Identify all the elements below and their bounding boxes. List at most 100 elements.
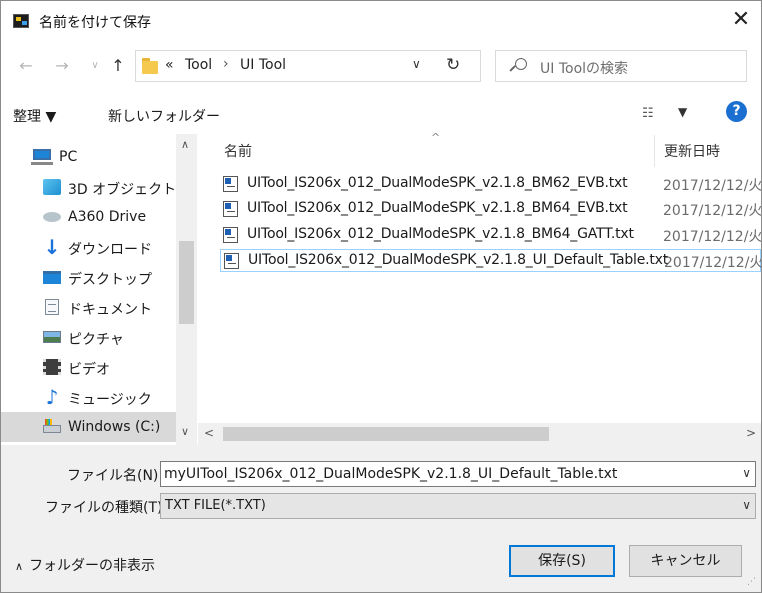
nav-item-downloads[interactable]: ↓ ダウンロード (1, 232, 176, 262)
breadcrumb-tool[interactable]: Tool (185, 57, 212, 73)
nav-item-pictures[interactable]: ピクチャ (1, 322, 176, 352)
save-form: ファイル名(N): myUITool_IS206x_012_DualModeSP… (1, 445, 761, 592)
file-name: UITool_IS206x_012_DualModeSPK_v2.1.8_BM6… (247, 200, 628, 216)
nav-item-label: ダウンロード (68, 242, 152, 258)
file-date: 2017/12/12/火曜 (663, 203, 761, 219)
pictures-icon (43, 331, 61, 343)
app-icon (13, 14, 29, 28)
save-as-dialog: 名前を付けて保存 ✕ ← → ∨ ↑ « Tool › UI Tool ∨ ↻ … (0, 0, 762, 593)
breadcrumb-separator-icon[interactable]: › (223, 56, 229, 72)
command-bar: 整理 ▼ 新しいフォルダー ☷ ▼ ? (1, 97, 761, 131)
navigation-bar: ← → ∨ ↑ « Tool › UI Tool ∨ ↻ UI Toolの検索 (1, 47, 761, 87)
nav-item-label: Windows (C:) (68, 419, 161, 435)
column-divider[interactable] (654, 135, 655, 167)
file-date: 2017/12/12/火曜 (664, 255, 761, 271)
nav-item-3d-objects[interactable]: 3D オブジェクト (1, 172, 176, 202)
nav-item-label: ピクチャ (68, 332, 124, 348)
hide-folders-label: フォルダーの非表示 (29, 558, 156, 574)
scroll-left-chevron-icon[interactable]: < (204, 426, 214, 440)
file-date: 2017/12/12/火曜 (663, 178, 761, 194)
filetype-dropdown-icon[interactable]: ∨ (742, 498, 751, 512)
help-icon[interactable]: ? (726, 101, 747, 122)
file-row-selected[interactable]: UITool_IS206x_012_DualModeSPK_v2.1.8_UI_… (220, 249, 761, 272)
refresh-icon[interactable]: ↻ (446, 55, 460, 75)
column-header-date-modified[interactable]: 更新日時 (664, 141, 720, 161)
file-name: UITool_IS206x_012_DualModeSPK_v2.1.8_BM6… (247, 175, 628, 191)
filename-value: myUITool_IS206x_012_DualModeSPK_v2.1.8_U… (164, 466, 618, 482)
a360-drive-icon (43, 212, 61, 222)
nav-pane-scrollbar[interactable]: ∧ ∨ (176, 134, 197, 445)
scroll-right-chevron-icon[interactable]: > (746, 426, 756, 440)
filetype-select[interactable]: TXT FILE(*.TXT) ∨ (160, 493, 756, 519)
navigation-pane: PC 3D オブジェクト A360 Drive ↓ ダウンロード デスクトップ … (1, 134, 197, 445)
filename-dropdown-icon[interactable]: ∨ (742, 466, 751, 480)
up-arrow-icon[interactable]: ↑ (107, 55, 129, 77)
text-file-icon (223, 176, 238, 192)
filetype-label: ファイルの種類(T): (45, 500, 168, 516)
filename-label: ファイル名(N): (67, 468, 164, 484)
documents-icon (45, 299, 59, 315)
desktop-icon (43, 271, 61, 284)
breadcrumb-ui-tool[interactable]: UI Tool (240, 57, 286, 73)
music-icon: ♪ (45, 385, 59, 409)
recent-locations-chevron-icon[interactable]: ∨ (84, 55, 106, 77)
nav-item-label: 3D オブジェクト (68, 182, 177, 198)
nav-item-documents[interactable]: ドキュメント (1, 292, 176, 322)
nav-item-a360-drive[interactable]: A360 Drive (1, 202, 176, 232)
folder-icon (142, 58, 158, 74)
sort-ascending-icon: ^ (431, 131, 441, 144)
scroll-down-chevron-icon[interactable]: ∨ (181, 425, 189, 438)
pc-icon (31, 149, 53, 165)
scroll-thumb[interactable] (223, 427, 549, 441)
new-folder-button[interactable]: 新しいフォルダー (108, 106, 220, 126)
videos-icon (43, 359, 61, 375)
nav-item-label: PC (59, 149, 78, 165)
file-row[interactable]: UITool_IS206x_012_DualModeSPK_v2.1.8_BM6… (220, 173, 761, 196)
save-button[interactable]: 保存(S) (509, 545, 615, 577)
address-bar[interactable]: « Tool › UI Tool ∨ ↻ (135, 50, 481, 82)
nav-item-windows-c[interactable]: Windows (C:) (1, 412, 176, 442)
3d-objects-icon (43, 179, 61, 195)
resize-grip-icon[interactable]: ⋰ (747, 577, 756, 587)
file-row[interactable]: UITool_IS206x_012_DualModeSPK_v2.1.8_BM6… (220, 224, 761, 247)
nav-item-music[interactable]: ♪ ミュージック (1, 382, 176, 412)
view-options-icon[interactable]: ☷ (642, 106, 654, 121)
organize-button[interactable]: 整理 ▼ (13, 106, 56, 126)
file-list: ^ 名前 更新日時 UITool_IS206x_012_DualModeSPK_… (198, 131, 761, 423)
filename-input[interactable]: myUITool_IS206x_012_DualModeSPK_v2.1.8_U… (160, 461, 756, 487)
file-row[interactable]: UITool_IS206x_012_DualModeSPK_v2.1.8_BM6… (220, 198, 761, 221)
nav-item-pc[interactable]: PC (1, 142, 176, 172)
close-button[interactable]: ✕ (729, 9, 753, 33)
nav-item-label: デスクトップ (68, 272, 152, 288)
drive-icon (43, 419, 61, 433)
hide-folders-toggle[interactable]: ∧ フォルダーの非表示 (15, 555, 155, 575)
nav-item-videos[interactable]: ビデオ (1, 352, 176, 382)
file-list-horizontal-scrollbar[interactable]: < > (198, 423, 761, 445)
nav-item-desktop[interactable]: デスクトップ (1, 262, 176, 292)
scroll-thumb[interactable] (179, 241, 194, 324)
text-file-icon (224, 253, 239, 269)
column-header-name[interactable]: 名前 (224, 141, 252, 161)
search-box[interactable]: UI Toolの検索 (495, 50, 747, 82)
nav-item-label: ドキュメント (68, 302, 152, 318)
forward-arrow-icon[interactable]: → (51, 55, 73, 77)
chevron-up-icon: ∧ (15, 560, 24, 573)
text-file-icon (223, 227, 238, 243)
file-name: UITool_IS206x_012_DualModeSPK_v2.1.8_BM6… (247, 226, 634, 242)
breadcrumb-overflow[interactable]: « (165, 57, 174, 73)
view-dropdown-icon[interactable]: ▼ (678, 105, 687, 119)
search-icon (510, 58, 527, 74)
nav-item-label: ビデオ (68, 362, 110, 378)
text-file-icon (223, 201, 238, 217)
nav-item-label: ミュージック (68, 392, 152, 408)
search-placeholder: UI Toolの検索 (540, 61, 629, 77)
scroll-up-chevron-icon[interactable]: ∧ (181, 138, 189, 151)
downloads-icon: ↓ (43, 235, 61, 259)
nav-item-label: A360 Drive (68, 209, 147, 225)
title-bar: 名前を付けて保存 ✕ (1, 1, 761, 39)
cancel-button[interactable]: キャンセル (629, 545, 742, 577)
file-name: UITool_IS206x_012_DualModeSPK_v2.1.8_UI_… (248, 252, 669, 268)
back-arrow-icon[interactable]: ← (15, 55, 37, 77)
address-dropdown-icon[interactable]: ∨ (412, 57, 421, 71)
file-date: 2017/12/12/火曜 (663, 229, 761, 245)
